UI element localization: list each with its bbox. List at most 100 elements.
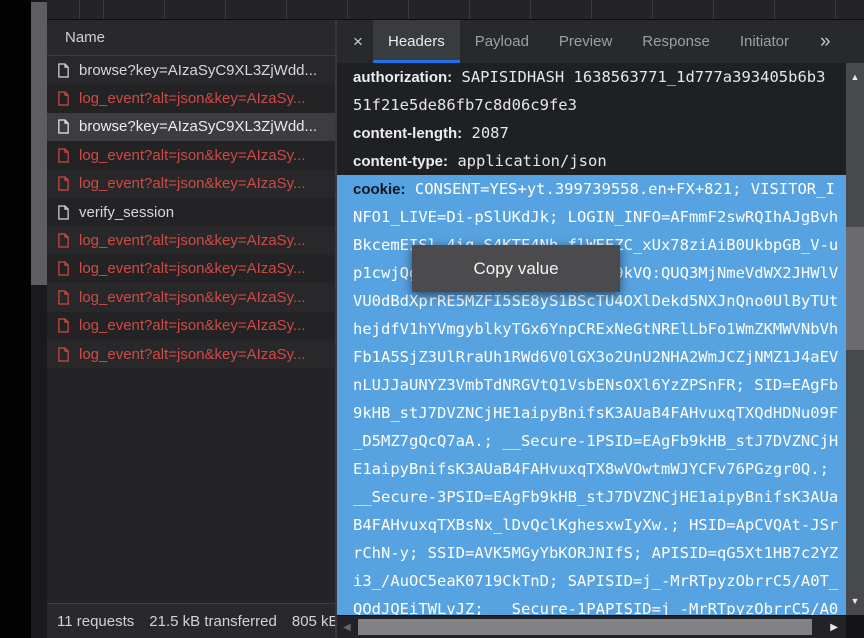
header-line: E1aipyBnifsK3AUaB4FAHvuxqTX8wVOwtmWJYCFv… [353,455,846,483]
request-label: browse?key=AIzaSyC9XL3ZjWdd... [79,62,317,79]
request-row[interactable]: log_event?alt=json&key=AIzaSy... [47,170,335,198]
header-line: __Secure-3PSID=EAgFb9kHB_stJ7DVZNCjHE1ai… [353,483,846,511]
more-tabs-button[interactable]: » [820,20,831,63]
document-icon [57,118,70,135]
document-icon [57,90,70,107]
header-value: Fb1A5SjZ3UlRraUh1RWd6V0lGX3o2UnU2NHA2WmJ… [353,348,838,366]
header-line: rChN-y; SSID=AVK5MGyYbKORJNIfS; APISID=q… [353,539,846,567]
header-name: authorization: [353,69,452,86]
header-line: hejdfV1hYVmgyblkyTGx6YnpCRExNeGtNRElLbFo… [353,315,846,343]
document-icon [57,346,70,363]
name-column-header[interactable]: Name [47,20,335,56]
request-row[interactable]: log_event?alt=json&key=AIzaSy... [47,141,335,169]
document-icon [57,204,70,221]
tab-preview[interactable]: Preview [544,20,627,63]
header-line: B4FAHvuxqTXBsNx_lDvQclKghesxwIyXw.; HSID… [353,511,846,539]
page-scrollbar-thumb[interactable] [31,2,47,285]
file-icon [57,289,70,306]
request-row[interactable]: browse?key=AIzaSyC9XL3ZjWdd... [47,113,335,141]
header-name: cookie: [353,181,406,198]
tab-payload[interactable]: Payload [460,20,544,63]
header-value: B4FAHvuxqTXBsNx_lDvQclKghesxwIyXw.; HSID… [353,516,838,534]
context-menu-item-copy-value[interactable]: Copy value [473,259,558,279]
header-line: _D5MZ7gQcQ7aA.; __Secure-1PSID=EAgFb9kHB… [353,427,846,455]
file-icon [57,118,70,135]
tab-headers[interactable]: Headers [373,20,460,63]
header-value: application/json [457,152,606,170]
request-label: log_event?alt=json&key=AIzaSy... [79,90,306,107]
details-horizontal-scrollbar[interactable]: ◀ ▶ [337,615,846,638]
horizontal-scroll-thumb[interactable] [358,619,812,635]
file-icon [57,317,70,334]
request-row[interactable]: log_event?alt=json&key=AIzaSy... [47,283,335,311]
document-icon [57,289,70,306]
request-label: log_event?alt=json&key=AIzaSy... [79,175,306,192]
network-request-panel: Name browse?key=AIzaSyC9XL3ZjWdd... log_e… [47,20,335,638]
request-row[interactable]: verify_session [47,198,335,226]
document-icon [57,175,70,192]
header-line: Fb1A5SjZ3UlRraUh1RWd6V0lGX3o2UnU2NHA2WmJ… [353,343,846,371]
header-name: content-type: [353,153,448,170]
request-row[interactable]: browse?key=AIzaSyC9XL3ZjWdd... [47,56,335,84]
document-icon [57,62,70,79]
scroll-right-icon[interactable]: ▶ [830,616,838,638]
scroll-up-icon[interactable]: ▲ [846,72,864,82]
devtools-network-window: Name browse?key=AIzaSyC9XL3ZjWdd... log_e… [0,0,864,638]
header-value: VU0dBdXprRE5MZFI5SE8yS1BScTU4OXlDekd5NXJ… [353,292,838,310]
header-line: authorization: SAPISIDHASH 1638563771_1d… [353,63,846,91]
document-icon [57,260,70,277]
tab-response[interactable]: Response [627,20,725,63]
header-value: __Secure-3PSID=EAgFb9kHB_stJ7DVZNCjHE1ai… [353,488,838,506]
header-value: i3_/AuOC5eaK0719CkTnD; SAPISID=j_-MrRTpy… [353,572,838,590]
file-icon [57,147,70,164]
tab-initiator[interactable]: Initiator [725,20,804,63]
request-row[interactable]: log_event?alt=json&key=AIzaSy... [47,84,335,112]
request-row[interactable]: log_event?alt=json&key=AIzaSy... [47,340,335,368]
scroll-down-icon[interactable]: ▼ [846,596,864,606]
network-summary-bar: 11 requests 21.5 kB transferred 805 kB [47,603,335,638]
scroll-left-icon[interactable]: ◀ [343,616,351,638]
document-icon [57,232,70,249]
header-value: hejdfV1hYVmgyblkyTGx6YnpCRExNeGtNRElLbFo… [353,320,838,338]
page-scrollbar[interactable] [31,0,47,638]
headers-content: authorization: SAPISIDHASH 1638563771_1d… [337,63,846,615]
file-icon [57,346,70,363]
header-line: 9kHB_stJ7DVZNCjHE1aipyBnifsK3AUaB4FAHvux… [353,399,846,427]
vertical-scroll-thumb[interactable] [846,227,864,350]
context-menu: Copy value [412,245,620,292]
header-line: NFO1_LIVE=Di-pSlUKdJk; LOGIN_INFO=AFmmF2… [353,203,846,231]
request-row[interactable]: log_event?alt=json&key=AIzaSy... [47,226,335,254]
header-name: content-length: [353,125,462,142]
request-label: browse?key=AIzaSyC9XL3ZjWdd... [79,118,317,135]
file-icon [57,175,70,192]
details-tab-bar: × HeadersPayloadPreviewResponseInitiator… [337,20,864,63]
details-vertical-scrollbar[interactable]: ▲ ▼ [846,63,864,615]
request-count: 11 requests [57,613,134,630]
request-list: browse?key=AIzaSyC9XL3ZjWdd... log_event?… [47,56,335,368]
close-details-button[interactable]: × [343,20,373,63]
request-label: log_event?alt=json&key=AIzaSy... [79,260,306,277]
header-value: SAPISIDHASH 1638563771_1d777a393405b6b3 [462,68,826,86]
tab-list: HeadersPayloadPreviewResponseInitiator [373,20,804,63]
request-row[interactable]: log_event?alt=json&key=AIzaSy... [47,255,335,283]
headers-lines: authorization: SAPISIDHASH 1638563771_1d… [337,63,846,615]
background-page-edge [0,0,31,638]
header-line: content-length: 2087 [353,119,846,147]
header-value: rChN-y; SSID=AVK5MGyYbKORJNIfS; APISID=q… [353,544,838,562]
header-value: 51f21e5de86fb7c8d06c9fe3 [353,96,577,114]
request-label: verify_session [79,204,174,221]
header-value: 2087 [472,124,509,142]
header-line: nLUJJaUNYZ3VmbTdNRGVtQ1VsbENsOXl6YzZPSnF… [353,371,846,399]
header-value: _D5MZ7gQcQ7aA.; __Secure-1PSID=EAgFb9kHB… [353,432,838,450]
header-value: NFO1_LIVE=Di-pSlUKdJk; LOGIN_INFO=AFmmF2… [353,208,838,226]
scrollbar-corner [846,615,864,638]
request-label: log_event?alt=json&key=AIzaSy... [79,346,306,363]
file-icon [57,204,70,221]
header-line: QOdJQEiTWLvJZ; __Secure-1PAPISID=j_-MrRT… [353,595,846,615]
transferred-size: 21.5 kB transferred [149,613,277,630]
request-label: log_event?alt=json&key=AIzaSy... [79,232,306,249]
request-row[interactable]: log_event?alt=json&key=AIzaSy... [47,312,335,340]
file-icon [57,232,70,249]
header-value: QOdJQEiTWLvJZ; __Secure-1PAPISID=j_-MrRT… [353,600,838,615]
request-details-panel: × HeadersPayloadPreviewResponseInitiator… [337,20,864,638]
